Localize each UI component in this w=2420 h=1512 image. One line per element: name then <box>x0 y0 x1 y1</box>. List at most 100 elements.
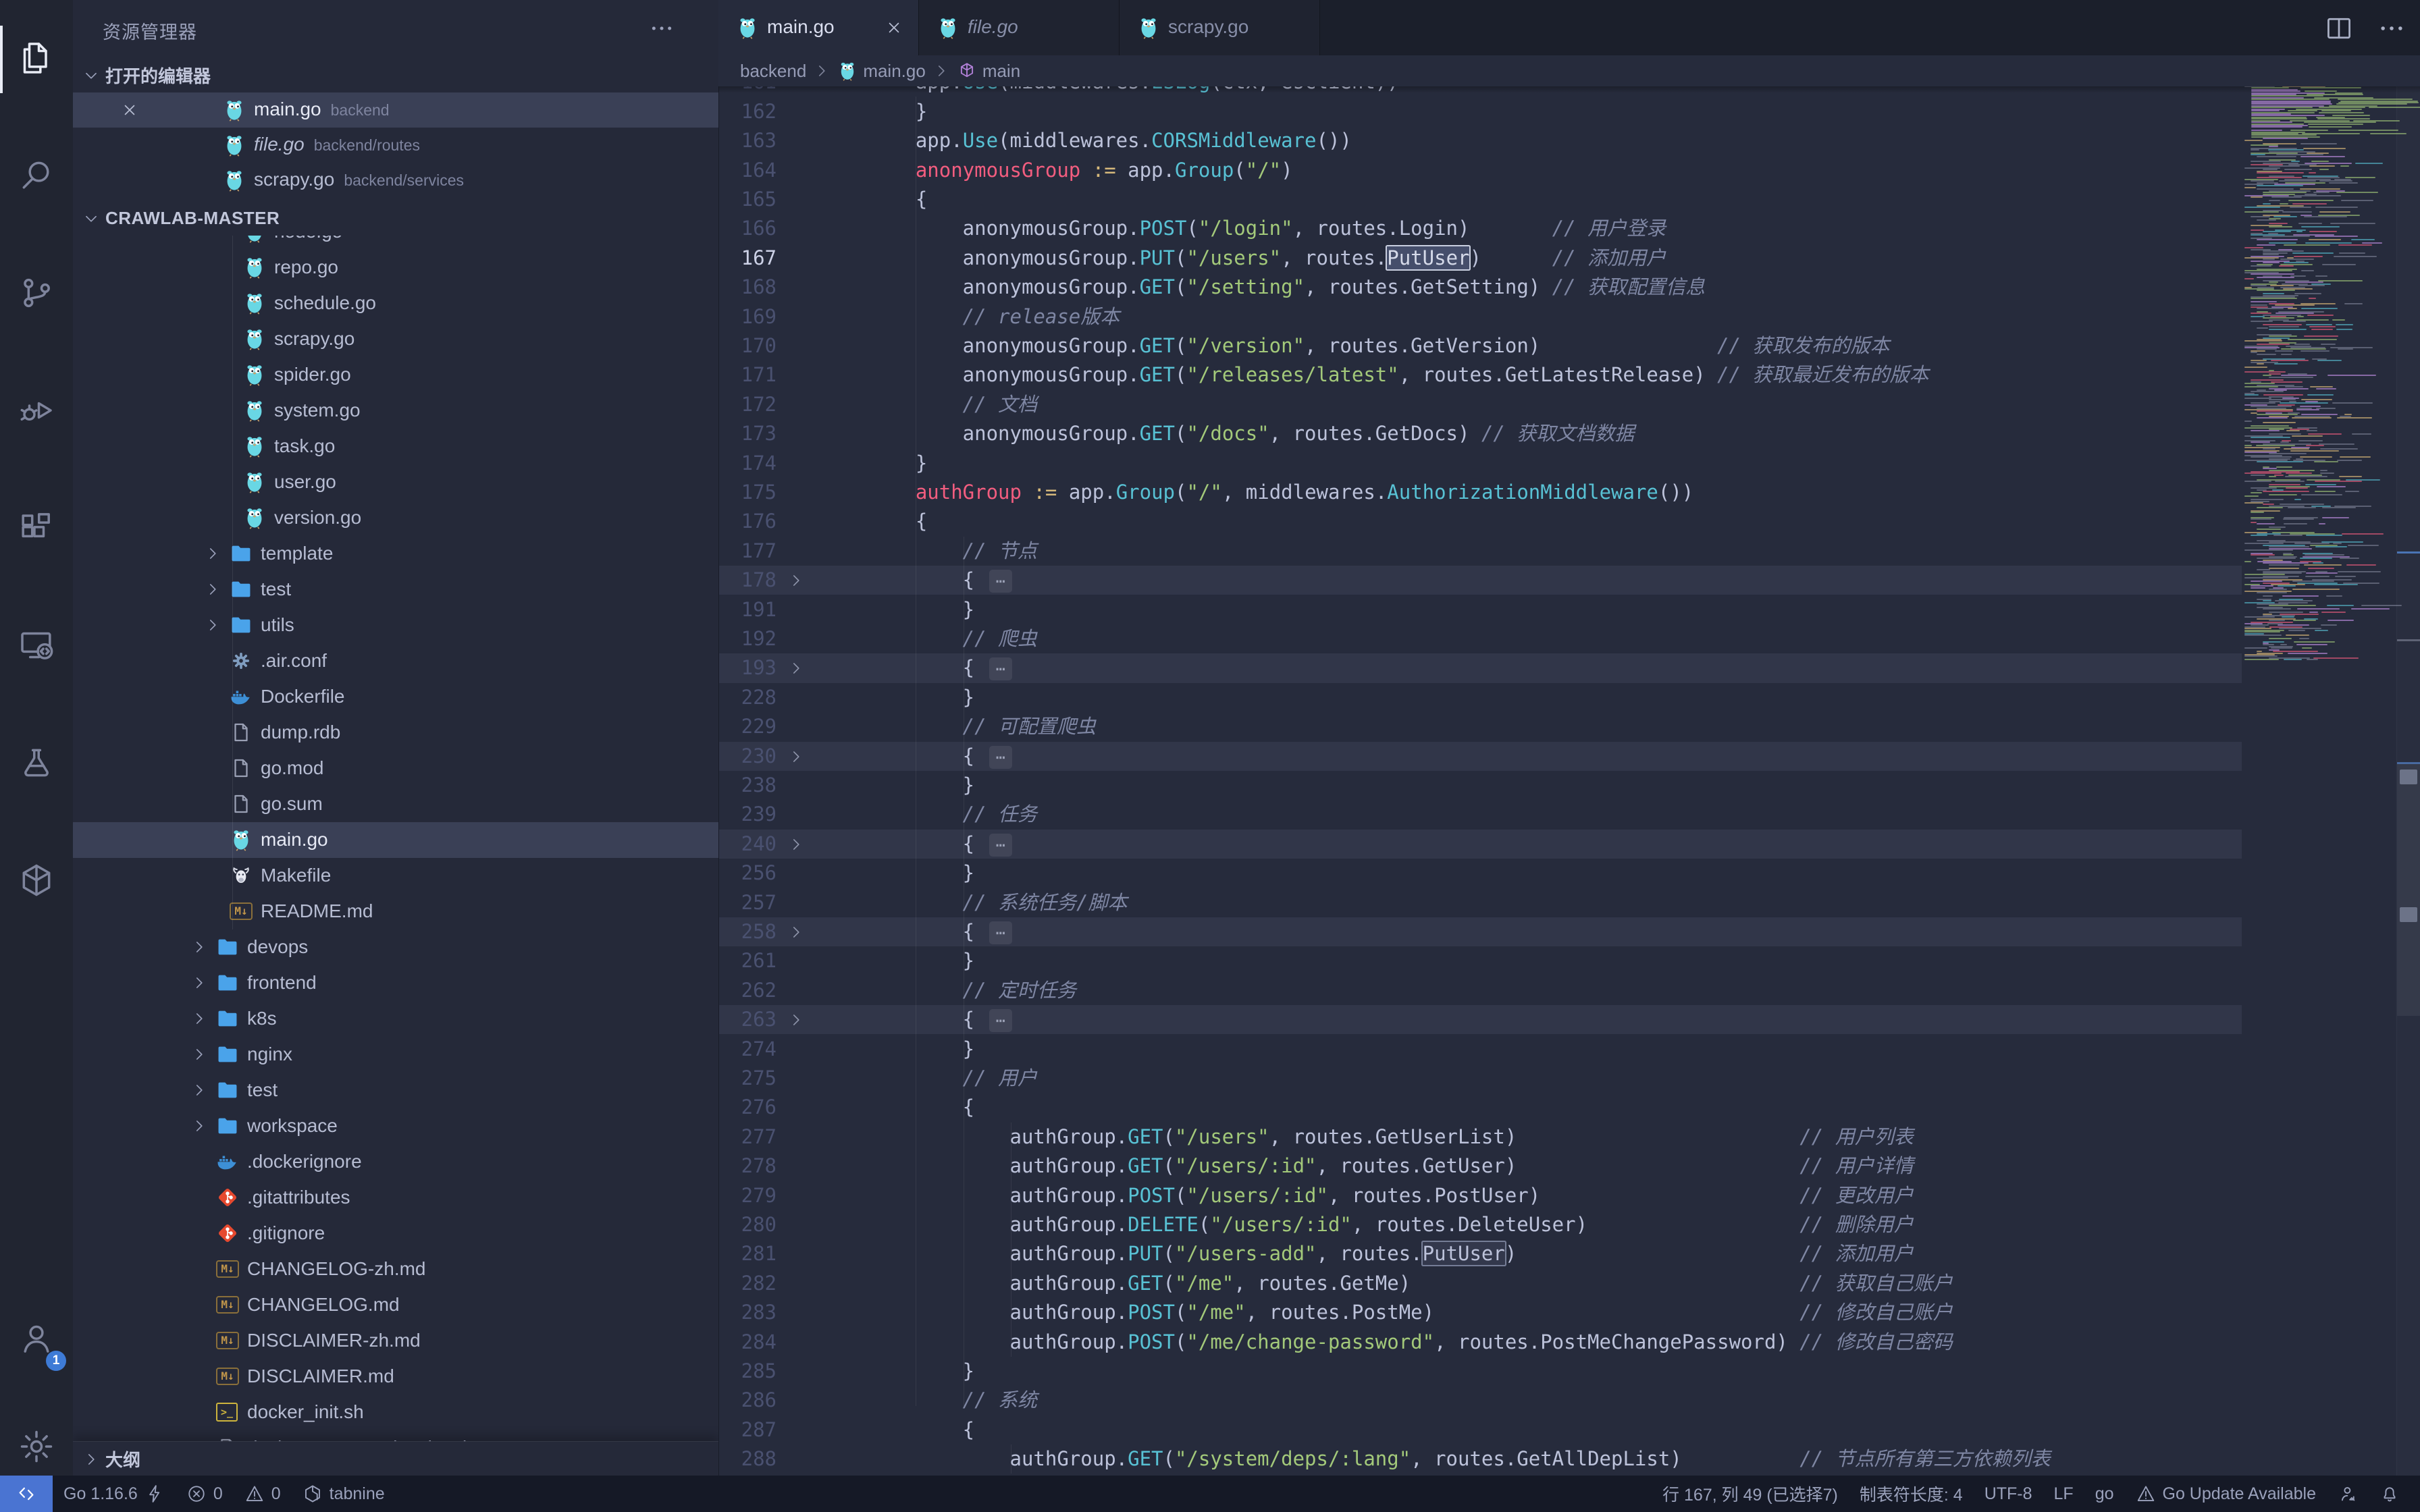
tree-item--air-conf[interactable]: .air.conf <box>73 643 718 679</box>
code-line-172[interactable]: 172 // 文档 <box>718 390 2242 419</box>
status-item-notifications[interactable] <box>2369 1476 2411 1512</box>
tree-item-makefile[interactable]: Makefile <box>73 858 718 894</box>
code-line-279[interactable]: 279 authGroup.POST("/users/:id", routes.… <box>718 1181 2242 1210</box>
code-line-229[interactable]: 229 // 可配置爬虫 <box>718 712 2242 741</box>
code-line-171[interactable]: 171 anonymousGroup.GET("/releases/latest… <box>718 360 2242 389</box>
tree-item-utils[interactable]: utils <box>73 608 718 643</box>
close-icon[interactable] <box>885 18 903 37</box>
code-line-263[interactable]: 263 { ⋯ <box>718 1005 2242 1034</box>
tab-main-go[interactable]: main.go <box>718 0 919 55</box>
fold-chevron-icon[interactable] <box>787 748 805 765</box>
code-line-274[interactable]: 274 } <box>718 1035 2242 1064</box>
code-line-168[interactable]: 168 anonymousGroup.GET("/setting", route… <box>718 273 2242 302</box>
status-item-language-mode[interactable]: go <box>2084 1476 2125 1512</box>
fold-chevron-icon[interactable] <box>787 572 805 589</box>
tree-item-version-go[interactable]: version.go <box>73 500 718 536</box>
status-item-remote[interactable] <box>0 1476 53 1512</box>
code-line-275[interactable]: 275 // 用户 <box>718 1064 2242 1093</box>
code-line-284[interactable]: 284 authGroup.POST("/me/change-password"… <box>718 1328 2242 1357</box>
fold-chevron-icon[interactable] <box>787 836 805 853</box>
open-editor-item[interactable]: scrapy.gobackend/services <box>73 163 718 198</box>
activity-item-package[interactable] <box>0 841 73 922</box>
code-line-287[interactable]: 287 { <box>718 1415 2242 1444</box>
open-editor-item[interactable]: file.gobackend/routes <box>73 128 718 163</box>
status-item-cursor-position[interactable]: 行 167, 列 49 (已选择7) <box>1652 1476 1849 1512</box>
status-item-go-update[interactable]: Go Update Available <box>2125 1476 2327 1512</box>
tab-file-go[interactable]: file.go <box>919 0 1120 55</box>
status-item-feedback[interactable] <box>2327 1476 2369 1512</box>
code-line-178[interactable]: 178 { ⋯ <box>718 566 2242 595</box>
tree-item-workspace[interactable]: workspace <box>73 1108 718 1144</box>
status-item-errors[interactable]: 0 <box>176 1476 234 1512</box>
activity-item-remote-explorer[interactable] <box>0 606 73 687</box>
tree-item-devops[interactable]: devops <box>73 929 718 965</box>
overview-ruler[interactable] <box>2396 0 2420 1476</box>
code-line-169[interactable]: 169 // release版本 <box>718 302 2242 331</box>
tree-item--dockerignore[interactable]: .dockerignore <box>73 1144 718 1180</box>
code-line-257[interactable]: 257 // 系统任务/脚本 <box>718 888 2242 917</box>
code-line-286[interactable]: 286 // 系统 <box>718 1386 2242 1415</box>
code-line-175[interactable]: 175 authGroup := app.Group("/", middlewa… <box>718 478 2242 507</box>
fold-chevron-icon[interactable] <box>787 923 805 941</box>
tree-item-system-go[interactable]: system.go <box>73 393 718 429</box>
code-line-280[interactable]: 280 authGroup.DELETE("/users/:id", route… <box>718 1210 2242 1239</box>
tree-item-docker-init-sh[interactable]: >_docker_init.sh <box>73 1395 718 1430</box>
tree-item--gitignore[interactable]: .gitignore <box>73 1216 718 1251</box>
breadcrumb-item-main-go[interactable]: main.go <box>837 61 926 82</box>
split-editor-icon[interactable] <box>2324 14 2354 43</box>
fold-chevron-icon[interactable] <box>787 1011 805 1029</box>
code-line-285[interactable]: 285 } <box>718 1357 2242 1386</box>
code-line-238[interactable]: 238 } <box>718 771 2242 800</box>
minimap[interactable] <box>2242 82 2393 690</box>
activity-item-source-control[interactable] <box>0 254 73 335</box>
activity-item-extensions[interactable] <box>0 489 73 570</box>
breadcrumb-item-main[interactable]: main <box>957 61 1020 82</box>
more-actions-icon[interactable] <box>648 15 675 42</box>
code-line-288[interactable]: 288 authGroup.GET("/system/deps/:lang", … <box>718 1444 2242 1474</box>
more-actions-icon[interactable] <box>2377 14 2406 43</box>
tree-item-scrapy-go[interactable]: scrapy.go <box>73 321 718 357</box>
tree-item-test[interactable]: test <box>73 572 718 608</box>
open-editors-header[interactable]: 打开的编辑器 <box>73 58 718 92</box>
code-line-193[interactable]: 193 { ⋯ <box>718 653 2242 682</box>
code-line-262[interactable]: 262 // 定时任务 <box>718 976 2242 1005</box>
code-line-191[interactable]: 191 } <box>718 595 2242 624</box>
tree-item--gitattributes[interactable]: .gitattributes <box>73 1180 718 1216</box>
code-line-164[interactable]: 164 anonymousGroup := app.Group("/") <box>718 156 2242 185</box>
scrollbar-slider[interactable] <box>2397 763 2420 1016</box>
code-line-165[interactable]: 165 { <box>718 185 2242 214</box>
activity-item-search[interactable] <box>0 136 73 217</box>
tree-item-dockerfile[interactable]: Dockerfile <box>73 679 718 715</box>
tree-item-task-go[interactable]: task.go <box>73 429 718 464</box>
status-item-tabnine[interactable]: tabnine <box>292 1476 396 1512</box>
code-editor[interactable]: 161 app.Use(middlewares.ESLog(ctx, escli… <box>718 0 2242 1476</box>
status-item-eol[interactable]: LF <box>2043 1476 2084 1512</box>
tree-item-changelog-md[interactable]: M↓CHANGELOG.md <box>73 1287 718 1323</box>
tree-item-user-go[interactable]: user.go <box>73 464 718 500</box>
code-line-258[interactable]: 258 { ⋯ <box>718 917 2242 946</box>
code-line-166[interactable]: 166 anonymousGroup.POST("/login", routes… <box>718 214 2242 243</box>
code-line-278[interactable]: 278 authGroup.GET("/users/:id", routes.G… <box>718 1152 2242 1181</box>
tree-item-k8s[interactable]: k8s <box>73 1001 718 1037</box>
code-line-277[interactable]: 277 authGroup.GET("/users", routes.GetUs… <box>718 1123 2242 1152</box>
workspace-root-header[interactable]: CRAWLAB-MASTER <box>73 201 718 236</box>
tree-item-changelog-zh-md[interactable]: M↓CHANGELOG-zh.md <box>73 1251 718 1287</box>
code-line-163[interactable]: 163 app.Use(middlewares.CORSMiddleware()… <box>718 126 2242 155</box>
status-item-indentation[interactable]: 制表符长度: 4 <box>1849 1476 1974 1512</box>
tree-item-template[interactable]: template <box>73 536 718 572</box>
code-line-174[interactable]: 174 } <box>718 449 2242 478</box>
code-line-283[interactable]: 283 authGroup.POST("/me", routes.PostMe)… <box>718 1298 2242 1327</box>
outline-header[interactable]: 大纲 <box>73 1441 718 1476</box>
tree-item-nginx[interactable]: nginx <box>73 1037 718 1073</box>
activity-item-run-debug[interactable] <box>0 371 73 452</box>
activity-item-explorer[interactable] <box>0 19 73 100</box>
fold-chevron-icon[interactable] <box>787 659 805 677</box>
close-icon[interactable] <box>120 101 139 119</box>
code-line-162[interactable]: 162 } <box>718 97 2242 126</box>
tree-item-spider-go[interactable]: spider.go <box>73 357 718 393</box>
code-line-256[interactable]: 256 } <box>718 859 2242 888</box>
tree-item-frontend[interactable]: frontend <box>73 965 718 1001</box>
code-line-192[interactable]: 192 // 爬虫 <box>718 624 2242 653</box>
tree-item-readme-md[interactable]: M↓README.md <box>73 894 718 929</box>
code-line-176[interactable]: 176 { <box>718 507 2242 536</box>
